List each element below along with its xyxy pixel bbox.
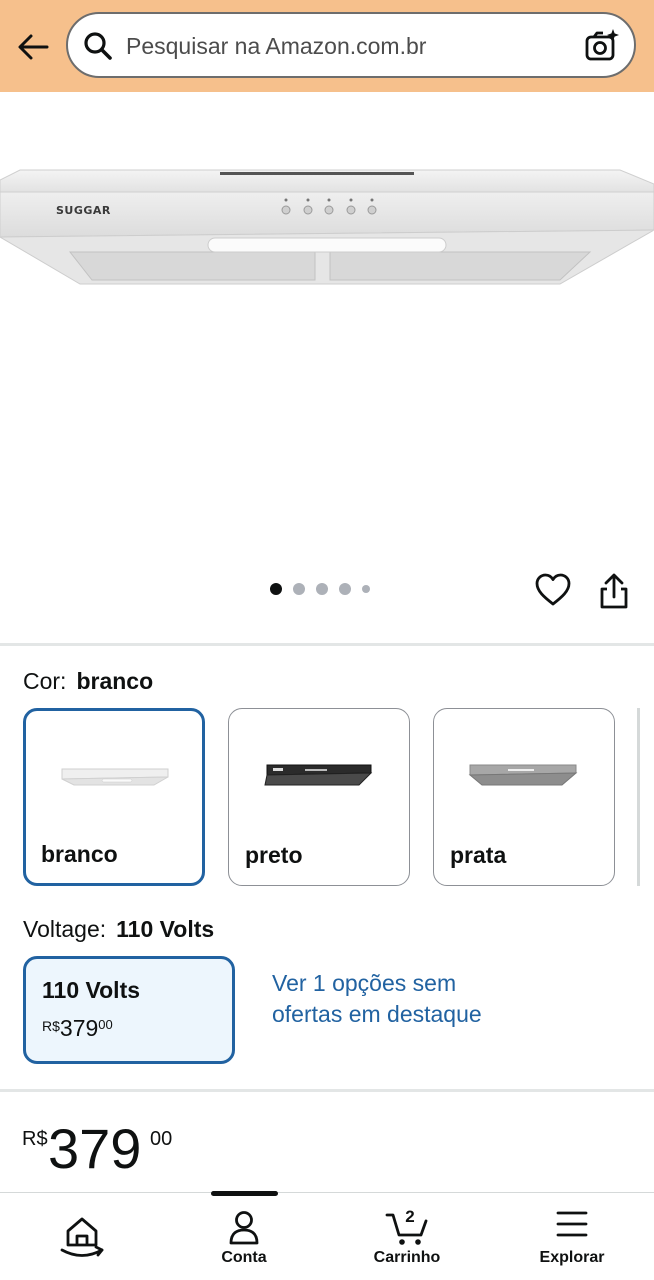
color-option-label: preto — [245, 842, 303, 868]
voltage-label: Voltage: — [23, 916, 107, 942]
carousel-dot[interactable] — [362, 585, 370, 593]
camera-search-icon[interactable] — [584, 28, 620, 64]
carousel-dot[interactable] — [293, 583, 305, 595]
currency-symbol: R$ — [42, 1018, 60, 1034]
home-icon — [60, 1217, 104, 1257]
nav-cart[interactable]: 2 Carrinho — [342, 1193, 472, 1280]
bottom-nav: Conta 2 Carrinho Explorar — [0, 1191, 654, 1280]
color-option-prata[interactable]: prata — [433, 708, 615, 886]
voltage-label-row: Voltage: 110 Volts — [23, 916, 214, 943]
nav-account[interactable]: Conta — [179, 1193, 309, 1280]
price-whole: 379 — [59, 1015, 99, 1041]
section-divider — [0, 643, 654, 646]
black-hood-thumbnail — [264, 764, 373, 786]
voltage-option-title: 110 Volts — [42, 977, 141, 1003]
nav-home[interactable] — [17, 1193, 147, 1280]
color-label-row: Cor: branco — [23, 668, 153, 695]
carousel-dot[interactable] — [339, 583, 351, 595]
nav-label: Explorar — [539, 1249, 605, 1266]
range-hood-image: SUGGAR — [0, 169, 654, 285]
search-bar[interactable] — [66, 12, 636, 78]
nav-explore[interactable]: Explorar — [507, 1193, 637, 1280]
account-icon — [229, 1211, 259, 1245]
search-input[interactable] — [126, 28, 566, 64]
price-cents: 00 — [150, 1128, 173, 1150]
cart-count-badge: 2 — [405, 1207, 415, 1226]
color-option-label: branco — [41, 841, 118, 867]
share-icon[interactable] — [596, 571, 632, 611]
carousel-dot[interactable] — [270, 583, 282, 595]
back-arrow-icon — [18, 34, 49, 60]
price-cents: 00 — [98, 1017, 113, 1032]
image-carousel-dots[interactable] — [270, 583, 370, 595]
currency-symbol: R$ — [22, 1128, 48, 1150]
carousel-dot[interactable] — [316, 583, 328, 595]
section-divider — [0, 1089, 654, 1092]
white-hood-thumbnail — [61, 768, 169, 786]
heart-icon[interactable] — [534, 571, 572, 609]
price-whole: 379 — [48, 1117, 142, 1180]
menu-icon — [556, 1211, 588, 1237]
color-label: Cor: — [23, 668, 67, 694]
color-option-more[interactable] — [637, 708, 640, 886]
color-option-preto[interactable]: preto — [228, 708, 410, 886]
selected-voltage-value: 110 Volts — [116, 916, 215, 942]
app-header — [0, 0, 654, 92]
silver-hood-thumbnail — [468, 764, 578, 786]
search-icon[interactable] — [82, 30, 114, 62]
color-option-label: prata — [450, 842, 507, 868]
product-image[interactable]: SUGGAR — [0, 92, 654, 562]
nav-label: Conta — [221, 1249, 267, 1266]
color-option-branco[interactable]: branco — [23, 708, 205, 886]
back-button[interactable] — [12, 28, 54, 66]
voltage-option-price: R$37900 — [42, 1015, 113, 1042]
nav-label: Carrinho — [373, 1249, 441, 1266]
brand-logo: SUGGAR — [56, 204, 111, 217]
selected-color-value: branco — [76, 668, 154, 694]
more-voltage-options-link[interactable]: Ver 1 opções sem ofertas em destaque — [272, 968, 492, 1030]
voltage-option-110[interactable]: 110 Volts R$37900 — [23, 956, 235, 1064]
